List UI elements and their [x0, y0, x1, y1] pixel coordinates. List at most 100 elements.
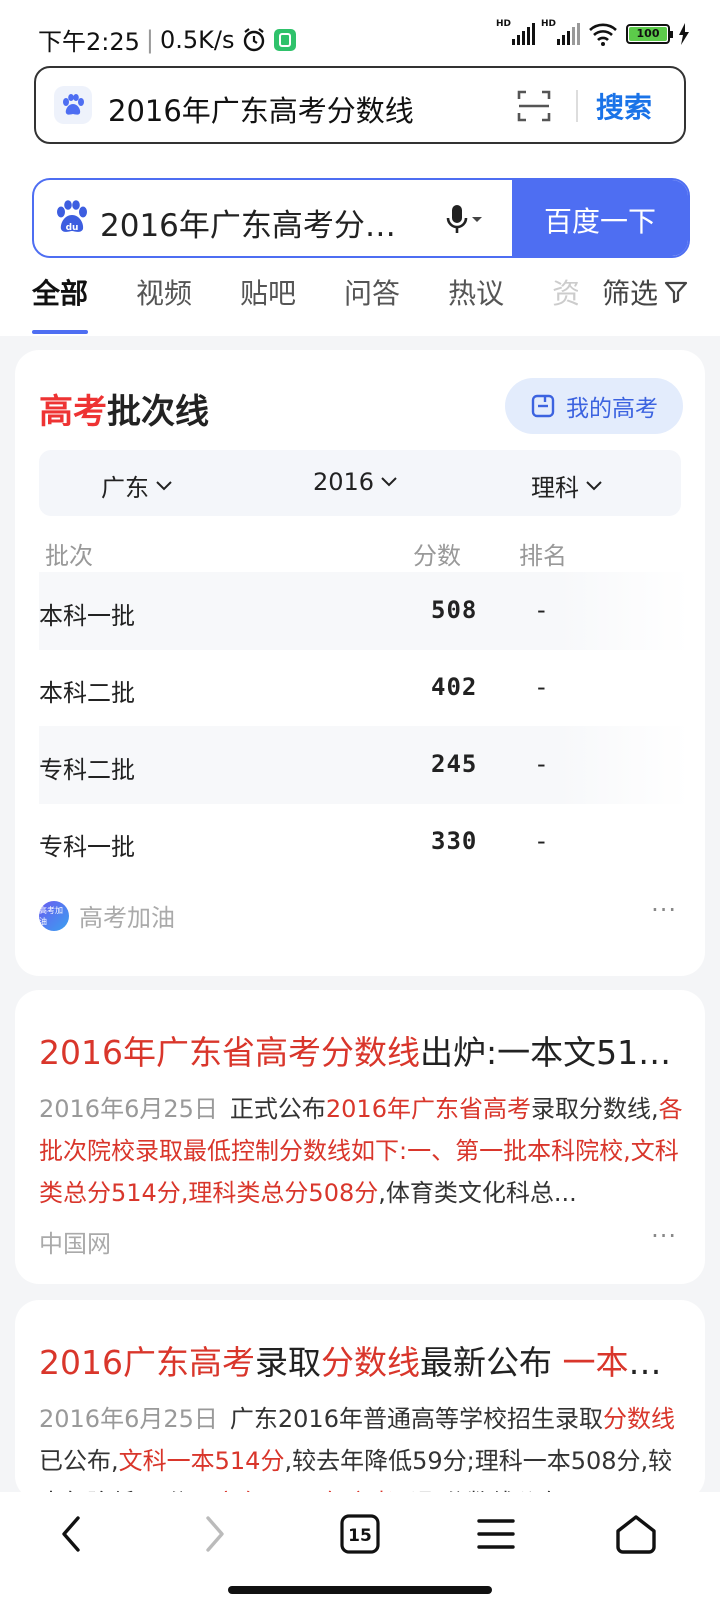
year-value: 2016	[313, 468, 375, 496]
menu-icon	[477, 1519, 515, 1549]
province-select[interactable]: 广东	[101, 468, 173, 503]
subject-select[interactable]: 理科	[531, 468, 603, 503]
rank-cell: -	[537, 827, 546, 855]
back-button[interactable]	[42, 1508, 102, 1560]
status-separator: |	[145, 25, 154, 54]
result-title[interactable]: 2016年广东省高考分数线出炉:一本文514 ...	[39, 1026, 681, 1074]
top-search-query[interactable]: 2016年广东高考分数线	[108, 88, 414, 130]
battery-icon: 100	[626, 24, 673, 44]
batch-cell: 本科二批	[39, 679, 135, 707]
filter-icon	[664, 281, 688, 304]
result-title-highlight: 2016广东高考	[39, 1343, 255, 1382]
batch-cell: 专科二批	[39, 756, 135, 784]
filter-button[interactable]: 筛选	[593, 272, 688, 312]
top-search-bar[interactable]: 2016年广东高考分数线 搜索	[34, 66, 686, 144]
snippet-highlight: 2016年广东省高考	[325, 1095, 531, 1123]
search-result-card[interactable]: 2016广东高考录取分数线最新公布 一本文... 2016年6月25日 广东201…	[15, 1300, 705, 1500]
tab-count: 15	[348, 1526, 372, 1546]
header-rank: 排名	[519, 542, 567, 570]
result-title[interactable]: 2016广东高考录取分数线最新公布 一本文...	[39, 1336, 681, 1384]
forward-button[interactable]	[184, 1508, 244, 1560]
table-row: 专科一批 330 -	[39, 803, 689, 881]
top-search-divider	[576, 90, 578, 122]
result-tabs: 全部 视频 贴吧 问答 热议 资	[32, 272, 626, 334]
header-batch: 批次	[45, 542, 93, 570]
wifi-icon	[589, 23, 617, 46]
score-cell: 330	[431, 827, 478, 855]
tab-info[interactable]: 资	[552, 272, 578, 328]
charging-icon	[679, 23, 689, 45]
tab-count-icon: 15	[340, 1514, 380, 1554]
more-options-icon[interactable]: ···	[651, 1222, 677, 1250]
app-notification-icon	[273, 28, 296, 51]
status-time: 下午2:25	[38, 28, 140, 56]
home-indicator[interactable]	[228, 1586, 492, 1594]
snippet-text: 已公布,	[39, 1447, 119, 1475]
result-date: 2016年6月25日	[39, 1095, 218, 1123]
result-title-rest: 最新公布	[419, 1343, 563, 1382]
my-gaokao-button[interactable]: 我的高考	[505, 378, 683, 434]
card-source[interactable]: 高考加油 高考加油	[39, 898, 175, 933]
tab-qa[interactable]: 问答	[344, 272, 400, 328]
result-snippet: 2016年6月25日 广东2016年普通高等学校招生录取分数线已公布,文科一本51…	[39, 1398, 685, 1500]
snippet-highlight: 文科一本514分	[118, 1447, 285, 1475]
home-button[interactable]	[606, 1508, 666, 1560]
tab-tieba[interactable]: 贴吧	[240, 272, 296, 328]
baidu-search-box[interactable]: du 2016年广东高考分数线 百度一下	[32, 178, 690, 258]
source-name: 高考加油	[79, 904, 175, 932]
table-row: 本科二批 402 -	[39, 649, 689, 727]
year-select[interactable]: 2016	[313, 468, 398, 496]
tab-all[interactable]: 全部	[32, 272, 89, 334]
bookmark-folder-icon	[531, 394, 555, 418]
batch-cell: 专科一批	[39, 833, 135, 861]
tab-hot[interactable]: 热议	[448, 272, 504, 328]
home-icon	[616, 1515, 656, 1554]
scan-icon[interactable]	[516, 88, 552, 124]
filter-selectors: 广东 2016 理科	[39, 450, 681, 516]
filter-label: 筛选	[601, 277, 658, 310]
chevron-down-icon	[381, 477, 397, 487]
signal-icon: HD	[496, 19, 535, 45]
microphone-icon[interactable]	[444, 202, 484, 238]
status-left: 下午2:25 | 0.5K/s	[38, 22, 297, 57]
baidu-search-button[interactable]: 百度一下	[512, 180, 688, 256]
source-logo: 高考加油	[39, 900, 69, 931]
alarm-icon	[243, 27, 264, 51]
baidu-paw-icon	[54, 86, 92, 124]
status-net-speed: 0.5K/s	[160, 25, 235, 54]
forward-arrow-icon	[206, 1516, 224, 1552]
subject-value: 理科	[531, 474, 579, 502]
rank-cell: -	[537, 750, 546, 778]
result-snippet: 2016年6月25日 正式公布2016年广东省高考录取分数线,各批次院校录取最低控…	[39, 1088, 685, 1214]
result-site: 中国网	[39, 1230, 111, 1258]
tab-video[interactable]: 视频	[136, 272, 192, 328]
table-row: 专科二批 245 -	[39, 726, 689, 804]
my-gaokao-label: 我的高考	[566, 396, 658, 422]
baidu-search-area: du 2016年广东高考分数线 百度一下 全部 视频 贴吧 问答 热议 资 筛选	[0, 156, 720, 336]
more-options-icon[interactable]: ···	[651, 896, 677, 924]
snippet-text: 广东2016年普通高等学校招生录取	[229, 1405, 603, 1433]
table-row: 本科一批 508 -	[39, 572, 689, 650]
snippet-highlight: 分数线	[602, 1405, 675, 1433]
result-title-highlight: 一本文...	[562, 1343, 681, 1382]
chevron-down-icon	[586, 480, 602, 490]
score-cell: 508	[431, 596, 478, 624]
tabs-button[interactable]: 15	[330, 1508, 390, 1560]
snippet-text: 录取分数线,	[530, 1095, 659, 1123]
rank-cell: -	[537, 596, 546, 624]
battery-level: 100	[629, 27, 667, 41]
top-search-button[interactable]: 搜索	[596, 86, 652, 126]
score-cell: 402	[431, 673, 478, 701]
result-title-highlight: 2016年广东省高考分数线	[39, 1033, 420, 1072]
score-cell: 245	[431, 750, 478, 778]
card-title-highlight: 高考	[39, 392, 107, 432]
baidu-du-icon: du	[57, 200, 87, 233]
menu-button[interactable]	[466, 1508, 526, 1560]
score-line-card: 高考批次线 我的高考 广东 2016 理科 批次 分数 排名 本科一批 508 …	[15, 350, 705, 976]
baidu-search-query[interactable]: 2016年广东高考分数线	[100, 200, 410, 245]
result-title-highlight: 分数线	[320, 1343, 420, 1382]
search-result-card[interactable]: 2016年广东省高考分数线出炉:一本文514 ... 2016年6月25日 正式公…	[15, 990, 705, 1284]
header-score: 分数	[413, 542, 461, 570]
svg-text:du: du	[66, 223, 79, 233]
back-arrow-icon	[62, 1516, 80, 1552]
